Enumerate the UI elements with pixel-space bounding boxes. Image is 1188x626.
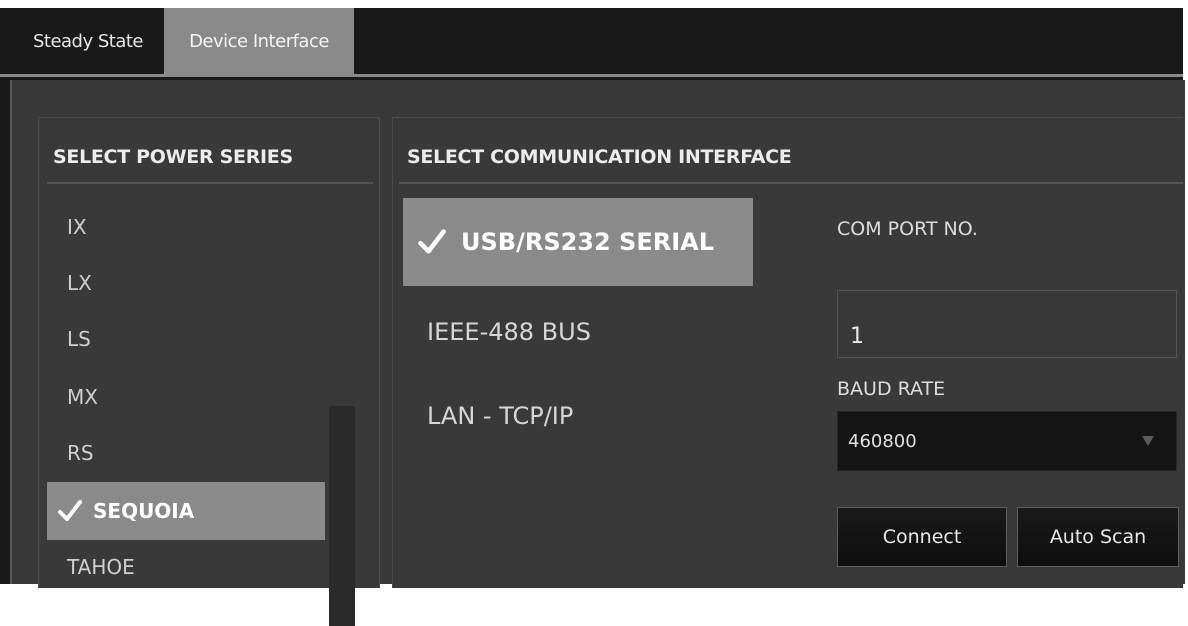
communication-title: SELECT COMMUNICATION INTERFACE xyxy=(407,146,792,168)
interface-label: USB/RS232 SERIAL xyxy=(461,228,715,256)
auto-scan-button[interactable]: Auto Scan xyxy=(1017,507,1179,567)
series-item-label: LS xyxy=(67,327,91,351)
series-item-label: SEQUOIA xyxy=(93,499,195,523)
series-item-ix[interactable]: IX xyxy=(47,198,325,256)
series-item-label: MX xyxy=(67,385,98,409)
baud-rate-label: BAUD RATE xyxy=(837,378,946,400)
tab-steady-state[interactable]: Steady State xyxy=(12,8,164,74)
com-port-input[interactable] xyxy=(837,290,1177,358)
series-item-mx[interactable]: MX xyxy=(47,368,325,426)
connect-button[interactable]: Connect xyxy=(837,507,1007,567)
baud-rate-value: 460800 xyxy=(848,430,917,452)
interface-label: IEEE-488 BUS xyxy=(427,318,591,346)
interface-ieee-488[interactable]: IEEE-488 BUS xyxy=(403,288,753,376)
series-item-lx[interactable]: LX xyxy=(47,254,325,312)
tab-device-interface[interactable]: Device Interface xyxy=(164,8,354,74)
series-scrollbar[interactable] xyxy=(329,406,355,626)
series-item-label: IX xyxy=(67,215,87,239)
series-item-tahoe[interactable]: TAHOE xyxy=(47,538,325,596)
tab-bar: Steady State Device Interface xyxy=(0,8,1183,74)
series-item-label: TAHOE xyxy=(67,555,135,579)
power-series-title: SELECT POWER SERIES xyxy=(53,146,293,168)
interface-lan-tcp-ip[interactable]: LAN - TCP/IP xyxy=(403,372,753,460)
series-item-label: LX xyxy=(67,271,92,295)
baud-rate-select[interactable]: 460800 xyxy=(837,411,1177,471)
interface-label: LAN - TCP/IP xyxy=(427,402,574,430)
series-item-sequoia[interactable]: SEQUOIA xyxy=(47,482,325,540)
check-icon xyxy=(58,500,82,521)
app-window: Steady State Device Interface SELECT POW… xyxy=(0,8,1185,626)
power-series-divider xyxy=(47,182,373,184)
check-icon xyxy=(418,229,446,254)
com-port-label: COM PORT NO. xyxy=(837,218,978,240)
communication-panel: SELECT COMMUNICATION INTERFACE USB/RS232… xyxy=(392,117,1183,588)
series-item-label: RS xyxy=(67,441,94,465)
interface-usb-rs232[interactable]: USB/RS232 SERIAL xyxy=(403,198,753,286)
device-interface-content: SELECT POWER SERIES IX LX LS MX RS SEQUO… xyxy=(10,80,1185,626)
tab-underline xyxy=(0,74,1183,77)
communication-divider xyxy=(399,182,1183,184)
series-item-rs[interactable]: RS xyxy=(47,424,325,482)
chevron-down-icon xyxy=(1142,436,1154,446)
series-item-ls[interactable]: LS xyxy=(47,310,325,368)
power-series-panel: SELECT POWER SERIES IX LX LS MX RS SEQUO… xyxy=(38,117,380,626)
